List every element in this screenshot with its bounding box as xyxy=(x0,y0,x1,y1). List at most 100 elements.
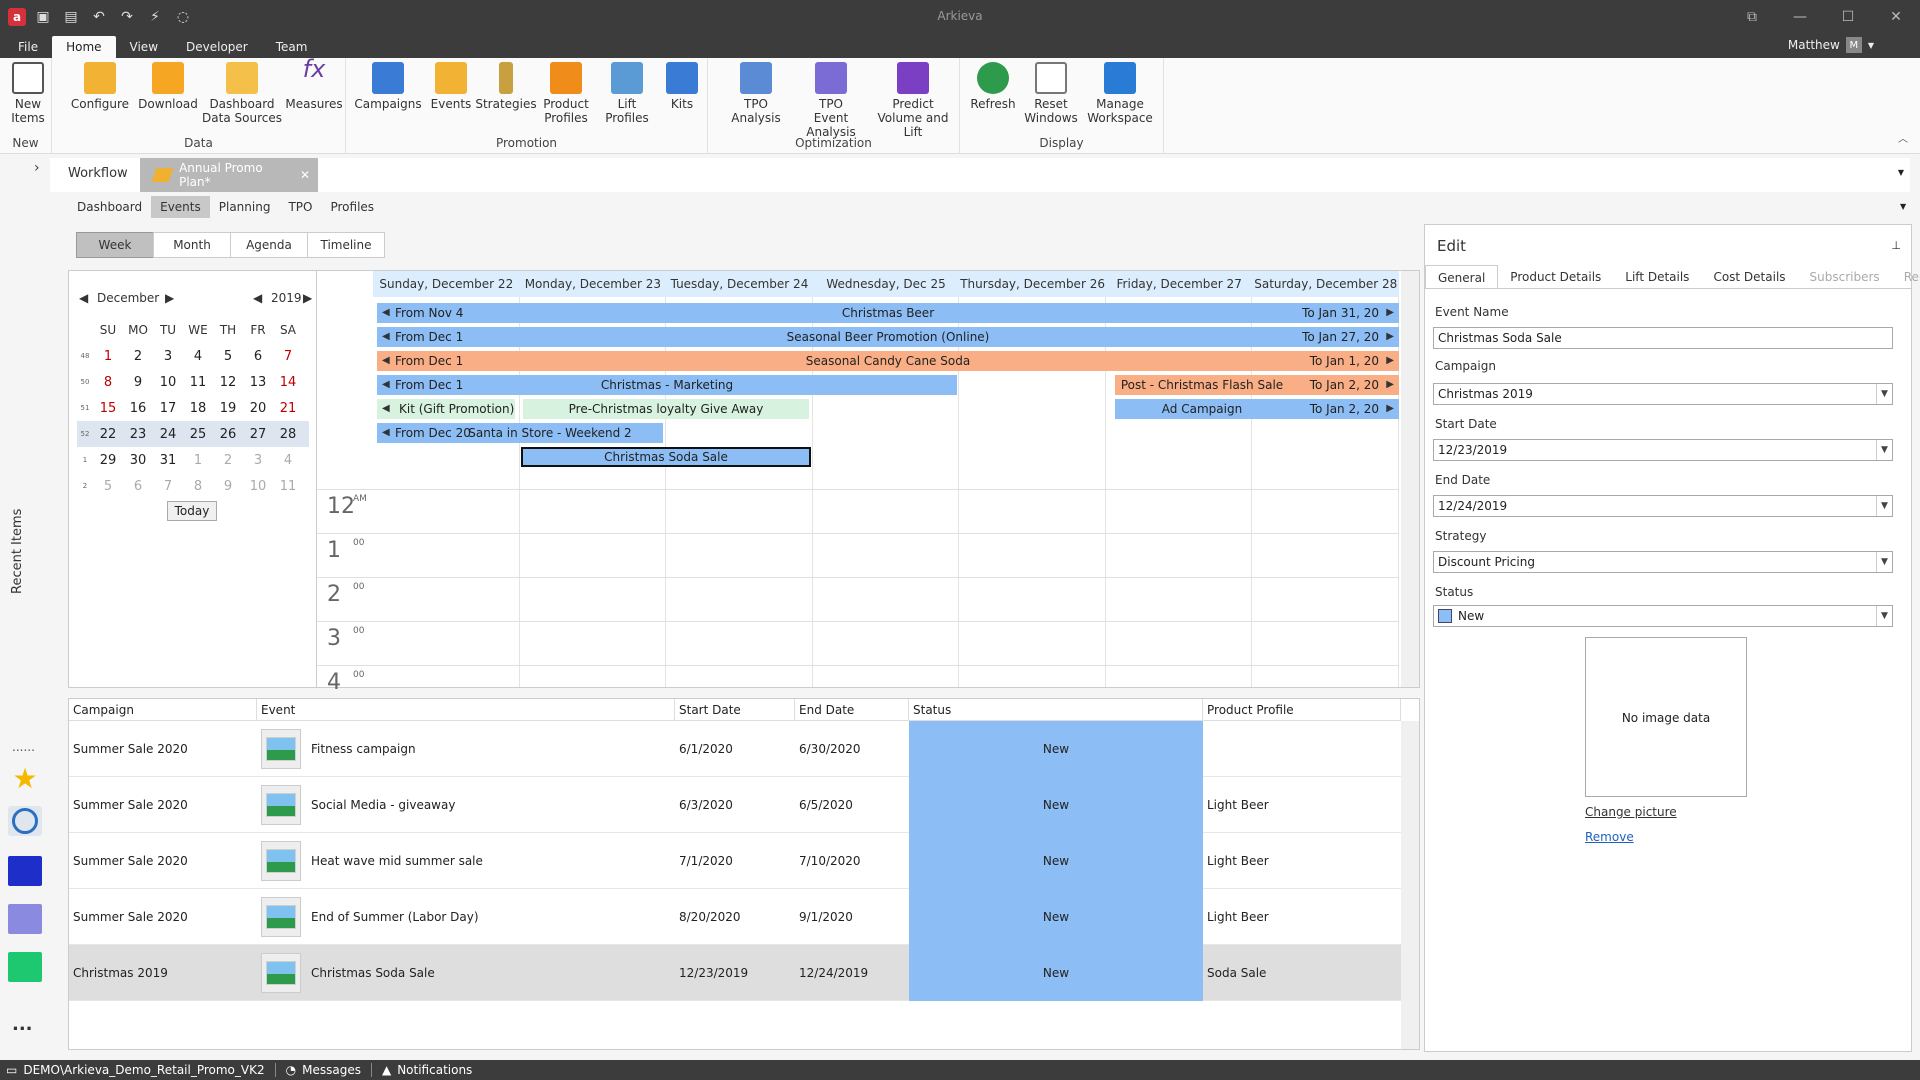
mini-cal-day[interactable]: 20 xyxy=(243,401,273,416)
dropdown-arrow-icon[interactable]: ▼ xyxy=(1876,496,1892,516)
mini-cal-day[interactable]: 2 xyxy=(213,453,243,468)
tab-cost-details[interactable]: Cost Details xyxy=(1701,265,1797,288)
mini-cal-day[interactable]: 11 xyxy=(273,479,303,494)
start-date-picker[interactable]: 12/23/2019 ▼ xyxy=(1433,439,1893,461)
mini-cal-day[interactable]: 11 xyxy=(183,375,213,390)
calendar-scrollbar[interactable] xyxy=(1401,271,1419,687)
mini-cal-day[interactable]: 8 xyxy=(93,375,123,390)
mini-cal-day[interactable]: 26 xyxy=(213,427,243,442)
tab-annual-promo-plan[interactable]: Annual Promo Plan* ✕ xyxy=(140,158,318,192)
col-event[interactable]: Event xyxy=(257,699,675,720)
mini-cal-day[interactable]: 4 xyxy=(273,453,303,468)
messages-button[interactable]: Messages xyxy=(302,1063,361,1077)
folder-green-icon[interactable] xyxy=(8,952,42,982)
subtabs-dropdown-icon[interactable]: ▼ xyxy=(1900,202,1906,211)
event-ad-campaign[interactable]: Ad Campaign To Jan 2, 20 ▶ xyxy=(1115,399,1399,419)
day-header[interactable]: Wednesday, Dec 25 xyxy=(813,271,960,297)
view-week-button[interactable]: Week xyxy=(76,232,154,258)
new-items-button[interactable]: New Items xyxy=(8,62,48,125)
kits-button[interactable]: Kits xyxy=(662,62,702,111)
strategies-button[interactable]: Strategies xyxy=(475,62,537,111)
view-month-button[interactable]: Month xyxy=(153,232,231,258)
refresh-button[interactable]: Refresh xyxy=(968,62,1018,111)
tab-reminders[interactable]: Remi xyxy=(1892,265,1920,288)
menu-file[interactable]: File xyxy=(4,36,52,58)
recent-clock-icon[interactable] xyxy=(8,806,42,836)
mini-cal-day[interactable]: 10 xyxy=(243,479,273,494)
day-header[interactable]: Monday, December 23 xyxy=(520,271,667,297)
menu-developer[interactable]: Developer xyxy=(172,36,262,58)
tab-planning[interactable]: Planning xyxy=(210,196,280,218)
download-button[interactable]: Download xyxy=(136,62,200,111)
tab-events[interactable]: Events xyxy=(151,196,210,218)
tab-lift-details[interactable]: Lift Details xyxy=(1613,265,1701,288)
menu-home[interactable]: Home xyxy=(52,36,116,58)
tab-workflow[interactable]: Workflow xyxy=(68,166,128,181)
tpo-analysis-button[interactable]: TPO Analysis xyxy=(720,62,792,125)
mini-cal-day[interactable]: 24 xyxy=(153,427,183,442)
mini-cal-day[interactable]: 6 xyxy=(123,479,153,494)
next-year-icon[interactable]: ▶ xyxy=(303,291,312,305)
mini-cal-day[interactable]: 28 xyxy=(273,427,303,442)
event-pre-christmas-loyalty[interactable]: Pre-Christmas loyalty Give Away xyxy=(523,399,809,419)
favorites-star-icon[interactable]: ★ xyxy=(8,762,42,795)
mini-cal-day[interactable]: 27 xyxy=(243,427,273,442)
today-button[interactable]: Today xyxy=(167,501,217,521)
mini-cal-day[interactable]: 16 xyxy=(123,401,153,416)
mini-cal-day[interactable]: 17 xyxy=(153,401,183,416)
minimize-button[interactable]: — xyxy=(1776,0,1824,34)
dropdown-arrow-icon[interactable]: ▼ xyxy=(1876,384,1892,404)
mini-cal-day[interactable]: 25 xyxy=(183,427,213,442)
prev-year-icon[interactable]: ◀ xyxy=(253,291,262,305)
day-header[interactable]: Sunday, December 22 xyxy=(373,271,520,297)
event-christmas-soda-sale-selected[interactable]: Christmas Soda Sale xyxy=(521,447,811,467)
mini-cal-day[interactable]: 7 xyxy=(273,349,303,364)
event-christmas-marketing[interactable]: ◀ From Dec 1 Christmas - Marketing xyxy=(377,375,957,395)
mini-cal-day[interactable]: 7 xyxy=(153,479,183,494)
mini-cal-day[interactable]: 21 xyxy=(273,401,303,416)
event-post-christmas-flash-sale[interactable]: Post - Christmas Flash Sale To Jan 2, 20 ▶ xyxy=(1115,375,1399,395)
mini-cal-day[interactable]: 19 xyxy=(213,401,243,416)
table-row-selected[interactable]: Christmas 2019 Christmas Soda Sale 12/23… xyxy=(69,944,1401,1001)
mini-cal-day[interactable]: 1 xyxy=(93,349,123,364)
time-slot[interactable]: 4 00 xyxy=(317,665,1399,689)
col-end-date[interactable]: End Date xyxy=(795,699,909,720)
dropdown-arrow-icon[interactable]: ▼ xyxy=(1876,606,1892,626)
mini-cal-day[interactable]: 4 xyxy=(183,349,213,364)
mini-cal-day[interactable]: 1 xyxy=(183,453,213,468)
expand-chevron-icon[interactable]: › xyxy=(34,160,40,176)
tab-general[interactable]: General xyxy=(1425,265,1499,288)
mini-cal-day[interactable]: 10 xyxy=(153,375,183,390)
dashboard-data-sources-button[interactable]: Dashboard Data Sources xyxy=(202,62,282,125)
day-header[interactable]: Thursday, December 26 xyxy=(959,271,1106,297)
table-row[interactable]: Summer Sale 2020 Fitness campaign 6/1/20… xyxy=(69,720,1401,777)
pin-icon[interactable]: ⊥ xyxy=(1891,239,1901,252)
col-campaign[interactable]: Campaign xyxy=(69,699,257,720)
event-kit-gift-promotion[interactable]: ◀ Kit (Gift Promotion) xyxy=(377,399,515,419)
event-seasonal-beer-promotion[interactable]: ◀ From Dec 1 Seasonal Beer Promotion (Onli… xyxy=(377,327,1399,347)
prev-month-icon[interactable]: ◀ xyxy=(79,291,88,305)
mini-cal-day[interactable]: 23 xyxy=(123,427,153,442)
strategy-select[interactable]: Discount Pricing ▼ xyxy=(1433,551,1893,573)
mini-cal-day[interactable]: 29 xyxy=(93,453,123,468)
mini-cal-day[interactable]: 3 xyxy=(243,453,273,468)
remove-picture-link[interactable]: Remove xyxy=(1585,830,1634,844)
maximize-button[interactable]: ☐ xyxy=(1824,0,1872,34)
event-santa-in-store[interactable]: ◀ From Dec 20 Santa in Store - Weekend 2 xyxy=(377,423,663,443)
mini-cal-day[interactable]: 12 xyxy=(213,375,243,390)
tab-dashboard[interactable]: Dashboard xyxy=(68,196,151,218)
event-christmas-beer[interactable]: ◀ From Nov 4 Christmas Beer To Jan 31, 20 ▶ xyxy=(377,303,1399,323)
mini-cal-day[interactable]: 5 xyxy=(213,349,243,364)
campaign-select[interactable]: Christmas 2019 ▼ xyxy=(1433,383,1893,405)
restore-layout-icon[interactable]: ⧉ xyxy=(1728,0,1776,34)
mini-cal-day[interactable]: 9 xyxy=(123,375,153,390)
mini-cal-day[interactable]: 22 xyxy=(93,427,123,442)
reset-windows-button[interactable]: Reset Windows xyxy=(1022,62,1080,125)
database-name[interactable]: DEMO\Arkieva_Demo_Retail_Promo_VK2 xyxy=(23,1063,264,1077)
mini-cal-day[interactable]: 14 xyxy=(273,375,303,390)
col-product-profile[interactable]: Product Profile xyxy=(1203,699,1401,720)
mini-cal-day[interactable]: 9 xyxy=(213,479,243,494)
mini-cal-day[interactable]: 30 xyxy=(123,453,153,468)
dropdown-arrow-icon[interactable]: ▼ xyxy=(1876,552,1892,572)
next-month-icon[interactable]: ▶ xyxy=(165,291,174,305)
